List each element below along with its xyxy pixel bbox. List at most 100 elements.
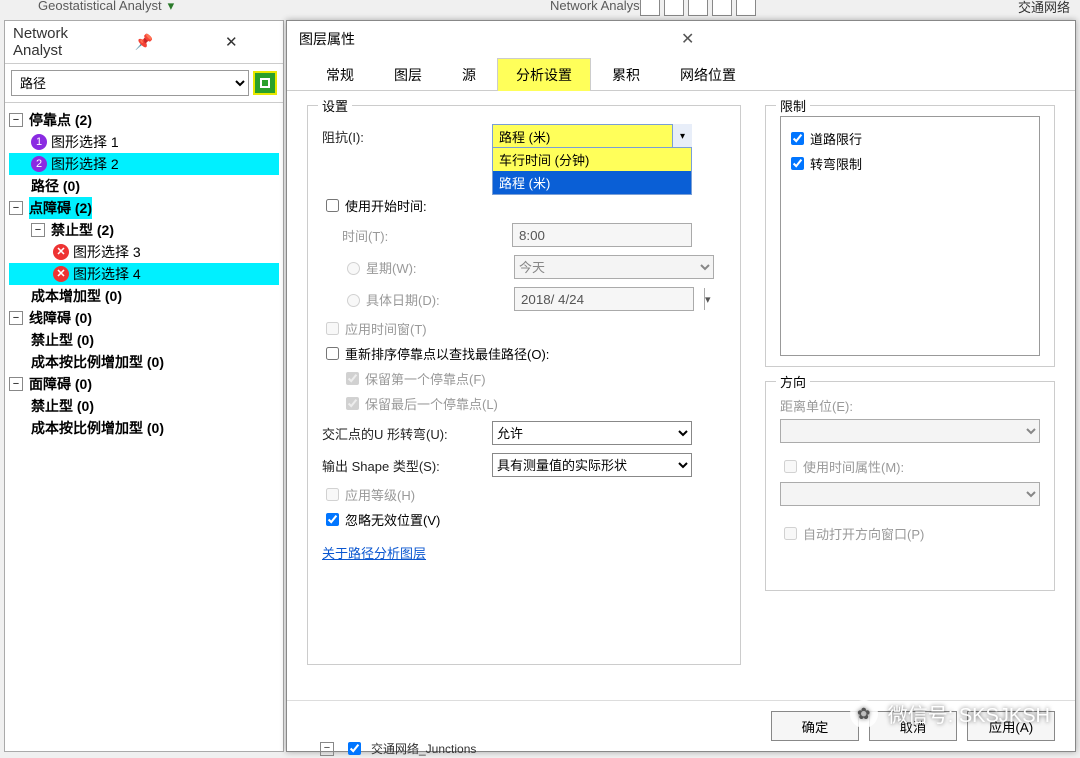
use-time-attr-checkbox: [784, 460, 797, 473]
day-select: 今天: [514, 255, 714, 279]
cancel-button[interactable]: 取消: [869, 711, 957, 741]
tab-source[interactable]: 源: [443, 58, 495, 91]
keep-first-checkbox: [346, 372, 359, 385]
tree-cost-scale[interactable]: 成本按比例增加型 (0): [31, 351, 164, 373]
tree-item[interactable]: 图形选择 2: [51, 153, 119, 175]
restrict-road-label: 道路限行: [810, 129, 862, 148]
barrier-icon: ✕: [53, 244, 69, 260]
pin-icon[interactable]: 📌: [100, 33, 187, 51]
tree-route[interactable]: 路径 (0): [31, 175, 80, 197]
tab-layer[interactable]: 图层: [375, 58, 441, 91]
impedance-dropdown-list: 车行时间 (分钟) 路程 (米): [492, 147, 692, 195]
keep-first-label: 保留第一个停靠点(F): [365, 369, 486, 388]
reorder-stops-checkbox[interactable]: [326, 347, 339, 360]
use-start-time-checkbox[interactable]: [326, 199, 339, 212]
tree-item[interactable]: 图形选择 4: [73, 263, 141, 285]
time-window-checkbox: [326, 322, 339, 335]
restrictions-title: 限制: [776, 96, 810, 115]
ok-button[interactable]: 确定: [771, 711, 859, 741]
keep-last-checkbox: [346, 397, 359, 410]
about-route-layer-link[interactable]: 关于路径分析图层: [322, 543, 426, 562]
hierarchy-label: 应用等级(H): [345, 485, 415, 504]
restrict-turn-checkbox[interactable]: [791, 157, 804, 170]
output-shape-select[interactable]: 具有测量值的实际形状: [492, 453, 692, 477]
impedance-label: 阻抗(I):: [322, 127, 492, 146]
analysis-layer-select[interactable]: 路径: [11, 70, 249, 96]
time-label: 时间(T):: [342, 226, 512, 245]
hierarchy-checkbox: [326, 488, 339, 501]
tree-poly-barriers[interactable]: 面障碍 (0): [29, 373, 92, 395]
expand-icon[interactable]: −: [9, 201, 23, 215]
restrict-road-checkbox[interactable]: [791, 132, 804, 145]
dialog-title: 图层属性: [299, 29, 677, 49]
close-panel-icon[interactable]: ✕: [188, 33, 275, 51]
expand-icon[interactable]: −: [9, 113, 23, 127]
toc-layer-checkbox[interactable]: [348, 742, 361, 755]
restrict-turn-label: 转弯限制: [810, 154, 862, 173]
tree-item[interactable]: 图形选择 1: [51, 131, 119, 153]
expand-icon[interactable]: −: [9, 377, 23, 391]
dialog-tabs: 常规 图层 源 分析设置 累积 网络位置: [287, 57, 1075, 91]
date-picker: ▾: [514, 287, 694, 311]
tab-analysis-settings[interactable]: 分析设置: [497, 58, 591, 91]
tree-point-barriers[interactable]: 点障碍 (2): [29, 197, 92, 219]
panel-title: Network Analyst: [13, 25, 100, 59]
ignore-invalid-label: 忽略无效位置(V): [345, 510, 440, 529]
toolbar-icon[interactable]: [712, 0, 732, 16]
layer-properties-dialog: 图层属性 ✕ 常规 图层 源 分析设置 累积 网络位置 设置 阻抗(I): 路程…: [286, 20, 1076, 752]
auto-open-dir-label: 自动打开方向窗口(P): [803, 524, 924, 543]
tree-forbid0[interactable]: 禁止型 (0): [31, 329, 94, 351]
calendar-icon: ▾: [704, 288, 711, 310]
tree-cost-scale-b[interactable]: 成本按比例增加型 (0): [31, 417, 164, 439]
network-analyst-panel: Network Analyst 📌 ✕ 路径 −停靠点 (2) 1图形选择 1 …: [4, 20, 284, 752]
traffic-network-label: 交通网络: [1018, 0, 1070, 16]
stop-index-icon: 2: [31, 156, 47, 172]
day-radio: [347, 262, 360, 275]
shape-label: 输出 Shape 类型(S):: [322, 456, 492, 475]
toolbar-icon[interactable]: [640, 0, 660, 16]
auto-open-dir-checkbox: [784, 527, 797, 540]
tree-forbid0b[interactable]: 禁止型 (0): [31, 395, 94, 417]
distance-unit-select: [780, 419, 1040, 443]
tree-cost-add[interactable]: 成本增加型 (0): [31, 285, 122, 307]
impedance-option-time[interactable]: 车行时间 (分钟): [493, 148, 691, 171]
tree-stops[interactable]: 停靠点 (2): [29, 109, 92, 131]
date-label: 具体日期(D):: [366, 290, 514, 309]
impedance-option-distance[interactable]: 路程 (米): [493, 171, 691, 194]
geostat-toolbar-label: Geostatistical Analyst▾: [38, 0, 174, 14]
restrictions-list[interactable]: 道路限行 转弯限制: [780, 116, 1040, 356]
direction-title: 方向: [776, 372, 810, 391]
tree-forbid-type[interactable]: 禁止型 (2): [51, 219, 114, 241]
time-input: [512, 223, 692, 247]
day-label: 星期(W):: [366, 258, 514, 277]
expand-icon[interactable]: −: [320, 742, 334, 756]
impedance-combo[interactable]: 路程 (米) ▾ 车行时间 (分钟) 路程 (米): [492, 124, 692, 148]
toolbar-icon[interactable]: [664, 0, 684, 16]
reorder-stops-label: 重新排序停靠点以查找最佳路径(O):: [345, 344, 549, 363]
apply-button[interactable]: 应用(A): [967, 711, 1055, 741]
time-window-label: 应用时间窗(T): [345, 319, 427, 338]
tree-line-barriers[interactable]: 线障碍 (0): [29, 307, 92, 329]
expand-icon[interactable]: −: [31, 223, 45, 237]
uturn-label: 交汇点的U 形转弯(U):: [322, 424, 492, 443]
uturn-select[interactable]: 允许: [492, 421, 692, 445]
tab-network-locations[interactable]: 网络位置: [661, 58, 755, 91]
date-radio: [347, 294, 360, 307]
chevron-down-icon[interactable]: ▾: [672, 124, 692, 148]
tab-general[interactable]: 常规: [307, 58, 373, 91]
bottom-toc-fragment: − 交通网络_Junctions: [320, 739, 476, 758]
distance-unit-label: 距离单位(E):: [780, 396, 1040, 415]
toolbar-icon[interactable]: [688, 0, 708, 16]
keep-last-label: 保留最后一个停靠点(L): [365, 394, 498, 413]
solve-button[interactable]: [253, 71, 277, 95]
tab-accumulation[interactable]: 累积: [593, 58, 659, 91]
time-attr-select: [780, 482, 1040, 506]
ignore-invalid-checkbox[interactable]: [326, 513, 339, 526]
close-icon[interactable]: ✕: [677, 29, 1063, 49]
barrier-icon: ✕: [53, 266, 69, 282]
use-time-attr-label: 使用时间属性(M):: [803, 457, 904, 476]
expand-icon[interactable]: −: [9, 311, 23, 325]
toolbar-icon[interactable]: [736, 0, 756, 16]
stop-index-icon: 1: [31, 134, 47, 150]
tree-item[interactable]: 图形选择 3: [73, 241, 141, 263]
